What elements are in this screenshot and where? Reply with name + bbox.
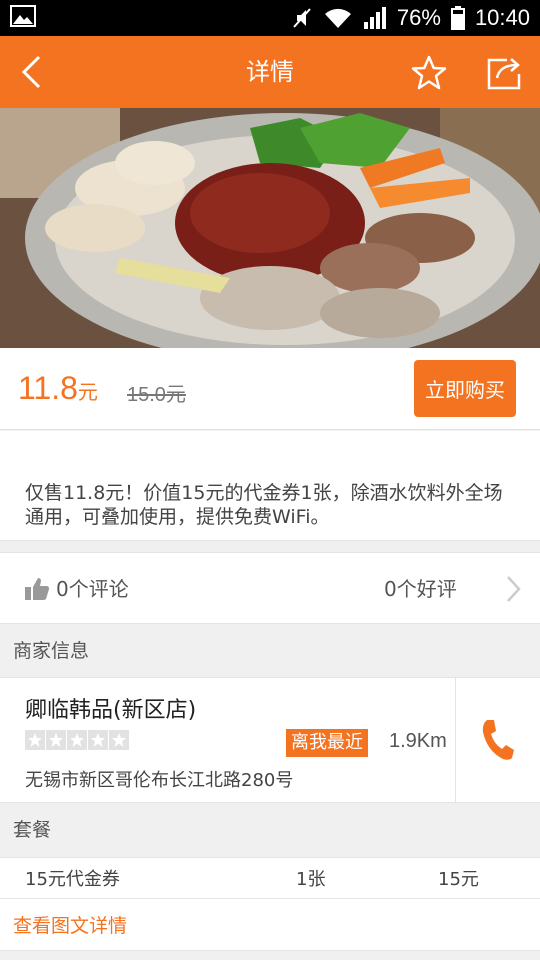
- comments-count: 0个评论: [56, 577, 129, 601]
- package-name: 15元代金券: [25, 869, 120, 890]
- merchant-card[interactable]: 卿临韩品(新区店) 离我最近 1.9Km 无锡市新区哥伦布长江北路280号: [0, 677, 540, 803]
- package-row: 15元代金券 1张 15元: [0, 857, 540, 899]
- rating-star-icon: [46, 730, 66, 750]
- buy-now-button[interactable]: 立即购买: [414, 360, 516, 417]
- rating-star-icon: [88, 730, 108, 750]
- rating-star-icon: [25, 730, 45, 750]
- rating-star-icon: [67, 730, 87, 750]
- back-button[interactable]: [14, 52, 54, 92]
- view-details-label: 查看图文详情: [13, 915, 128, 937]
- nearest-badge: 离我最近: [286, 729, 368, 757]
- current-price-value: 11.8: [18, 370, 78, 406]
- deal-description-text: 仅售11.8元！价值15元的代金券1张，除酒水饮料外全场通用，可叠加使用，提供免…: [25, 482, 503, 528]
- thumbs-up-icon: [24, 577, 50, 605]
- deal-description: 仅售11.8元！价值15元的代金券1张，除酒水饮料外全场通用，可叠加使用，提供免…: [0, 431, 540, 541]
- price-row: 11.8元 15.0元 立即购买: [0, 348, 540, 430]
- vertical-divider: [455, 678, 456, 802]
- phone-icon: [482, 720, 514, 760]
- share-button[interactable]: [485, 54, 523, 92]
- battery-icon: [450, 6, 465, 30]
- package-price: 15元: [438, 869, 479, 890]
- wifi-icon: [323, 6, 353, 30]
- page-title: 详情: [246, 58, 294, 86]
- package-section-header: 套餐: [0, 804, 540, 856]
- image-notification-icon: [10, 5, 36, 31]
- current-price-unit: 元: [77, 382, 98, 404]
- favorite-button[interactable]: [410, 54, 448, 92]
- current-price: 11.8元: [18, 370, 98, 407]
- package-quantity: 1张: [296, 869, 326, 890]
- back-arrow-icon: [21, 55, 41, 89]
- view-details-link[interactable]: 查看图文详情: [0, 899, 540, 951]
- mute-icon: [291, 6, 313, 30]
- positive-reviews-count: 0个好评: [384, 577, 457, 601]
- chevron-right-icon: [505, 575, 521, 607]
- clock: 10:40: [474, 5, 530, 30]
- merchant-distance: 1.9Km: [389, 730, 447, 752]
- rating-star-icon: [109, 730, 129, 750]
- original-price: 15.0元: [127, 384, 186, 406]
- star-icon: [411, 55, 447, 90]
- deal-photo: [0, 108, 540, 348]
- reviews-row[interactable]: 0个评论 0个好评: [0, 552, 540, 624]
- merchant-section-header: 商家信息: [0, 625, 540, 677]
- phone-call-button[interactable]: [481, 718, 515, 766]
- title-bar: 详情: [0, 36, 540, 108]
- merchant-address: 无锡市新区哥伦布长江北路280号: [25, 770, 294, 791]
- status-bar: 76% 10:40: [0, 0, 540, 36]
- signal-icon: [363, 6, 387, 30]
- merchant-rating: [25, 730, 129, 750]
- merchant-name: 卿临韩品(新区店): [25, 698, 197, 723]
- share-icon: [487, 58, 521, 90]
- battery-percent: 76%: [396, 5, 441, 30]
